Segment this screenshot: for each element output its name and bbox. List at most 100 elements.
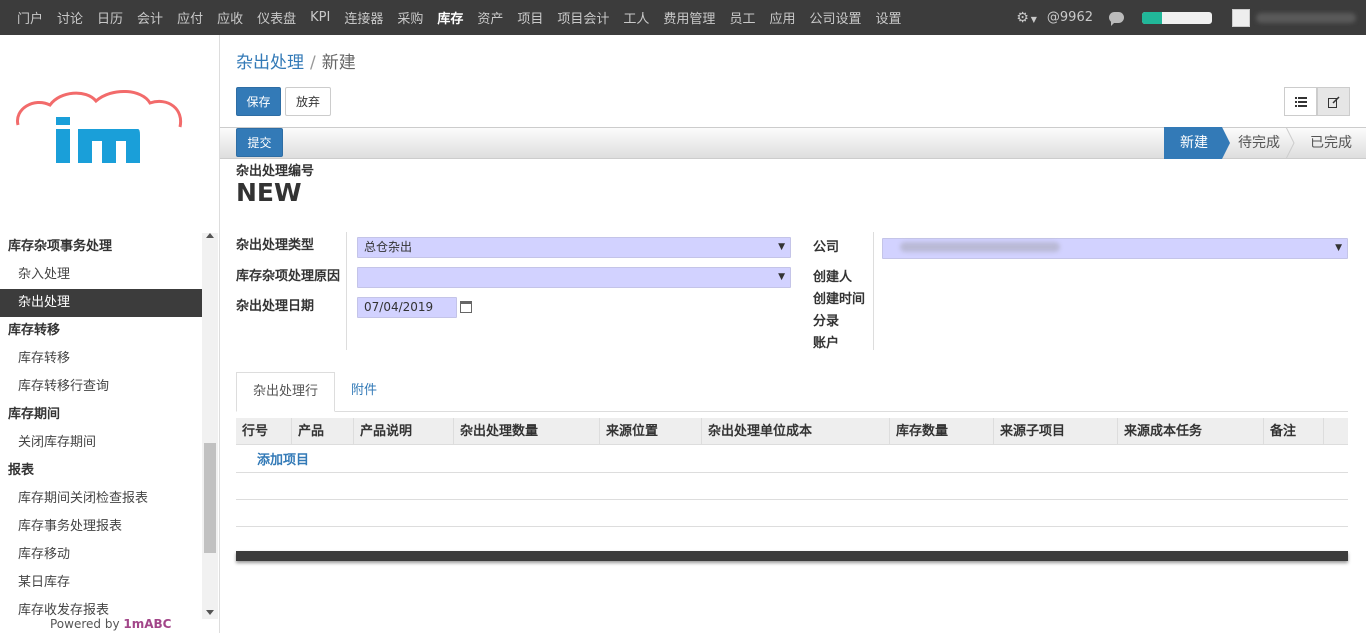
sidebar-section-title: 库存杂项事务处理 bbox=[8, 239, 113, 254]
sidebar-item[interactable]: 某日库存 bbox=[0, 569, 202, 597]
topnav-item[interactable]: 项目 bbox=[517, 8, 543, 27]
sidebar-item[interactable]: 关闭库存期间 bbox=[0, 429, 202, 457]
chat-icon[interactable] bbox=[1109, 12, 1124, 26]
topnav-item[interactable]: 设置 bbox=[875, 8, 901, 27]
table-header-cell[interactable]: 行号 bbox=[236, 418, 292, 445]
topnav-item[interactable]: 连接器 bbox=[344, 8, 383, 27]
journal-label: 分录 bbox=[813, 314, 840, 329]
topnav-item[interactable]: 门户 bbox=[17, 8, 43, 27]
discard-button[interactable]: 放弃 bbox=[285, 87, 331, 116]
topnav-item[interactable]: 应付 bbox=[177, 8, 203, 27]
topnav-item[interactable]: 公司设置 bbox=[809, 8, 861, 27]
topnav-item[interactable]: 项目会计 bbox=[557, 8, 609, 27]
sidebar-menu: 库存杂项事务处理 杂入处理 杂出处理 库存转移 库存转移 库存转移行查询 库存期间 关闭库存期… bbox=[0, 233, 202, 619]
topnav-item[interactable]: 费用管理 bbox=[663, 8, 715, 27]
created-time-label: 创建时间 bbox=[813, 292, 866, 307]
topnav-item[interactable]: 库存 bbox=[437, 8, 463, 27]
top-right-area: ⚙ ▼ @9962 bbox=[1016, 0, 1366, 35]
storage-progress-bar bbox=[1142, 11, 1212, 24]
sidebar-item[interactable]: 库存收发存报表 bbox=[0, 597, 202, 619]
powered-brand[interactable]: 1mABC bbox=[123, 617, 171, 631]
topnav-item[interactable]: 资产 bbox=[477, 8, 503, 27]
field-divider-left bbox=[346, 232, 347, 350]
sidebar-item[interactable]: 库存期间关闭检查报表 bbox=[0, 485, 202, 513]
calendar-icon[interactable] bbox=[460, 301, 472, 313]
type-select[interactable]: 总仓杂出 ▼ bbox=[357, 237, 791, 258]
date-label: 杂出处理日期 bbox=[236, 299, 315, 314]
scroll-thumb[interactable] bbox=[204, 443, 216, 553]
sidebar-item[interactable]: 库存转移行查询 bbox=[0, 373, 202, 401]
sidebar-scrollbar[interactable] bbox=[202, 233, 218, 619]
top-nav-menu: 门户 讨论 日历 会计 应付 应收 仪表盘 KPI 连接器 采购 库存 资产 项目 项目会计 工人 费用管理员… bbox=[0, 0, 916, 35]
sidebar-section-title: 报表 bbox=[8, 463, 35, 478]
form-view-button[interactable] bbox=[1317, 87, 1350, 116]
sidebar-item[interactable]: 库存移动 bbox=[0, 541, 202, 569]
topnav-item[interactable]: 员工 bbox=[729, 8, 755, 27]
sidebar-item[interactable]: 杂出处理 bbox=[0, 289, 202, 317]
stage-arrow bbox=[1222, 127, 1230, 159]
reason-label: 库存杂项处理原因 bbox=[236, 269, 341, 284]
scroll-up-icon[interactable] bbox=[206, 233, 214, 238]
save-button[interactable]: 保存 bbox=[236, 87, 281, 116]
account-label: 账户 bbox=[813, 336, 840, 351]
table-header-cell[interactable]: 来源位置 bbox=[600, 418, 702, 445]
topnav-item[interactable]: 采购 bbox=[397, 8, 423, 27]
progress-fill bbox=[1142, 11, 1162, 24]
table-header-cell[interactable]: 杂出处理数量 bbox=[454, 418, 600, 445]
table-header-cell[interactable]: 库存数量 bbox=[890, 418, 994, 445]
topnav-item[interactable]: 工人 bbox=[623, 8, 649, 27]
table-header-cell[interactable]: 来源成本任务 bbox=[1118, 418, 1264, 445]
ref-value: NEW bbox=[236, 178, 302, 207]
notification-count[interactable]: @9962 bbox=[1047, 10, 1093, 25]
type-value: 总仓杂出 bbox=[364, 240, 413, 254]
field-divider-right bbox=[873, 232, 874, 350]
company-logo bbox=[16, 89, 183, 163]
breadcrumb-parent[interactable]: 杂出处理 bbox=[236, 53, 304, 73]
tab-attachments[interactable]: 附件 bbox=[335, 372, 393, 412]
tab-lines[interactable]: 杂出处理行 bbox=[236, 372, 336, 412]
user-name-blurred[interactable] bbox=[1256, 12, 1356, 23]
type-label: 杂出处理类型 bbox=[236, 238, 315, 253]
stage-label: 已完成 bbox=[1310, 135, 1352, 151]
dropdown-arrow-icon: ▼ bbox=[778, 272, 785, 282]
gear-icon[interactable]: ⚙ ▼ bbox=[1016, 10, 1037, 26]
sidebar-item[interactable]: 库存转移 bbox=[0, 345, 202, 373]
topnav-item[interactable]: 应用 bbox=[769, 8, 795, 27]
stage-2[interactable]: 已完成 bbox=[1294, 127, 1366, 159]
topnav-item[interactable]: 应收 bbox=[217, 8, 243, 27]
breadcrumb-separator: / bbox=[310, 53, 316, 73]
table-header-cell[interactable]: 来源子项目 bbox=[994, 418, 1118, 445]
stage-1[interactable]: 待完成 bbox=[1222, 127, 1295, 159]
view-switcher bbox=[1284, 87, 1350, 116]
stage-0[interactable]: 新建 bbox=[1164, 127, 1230, 159]
topnav-item[interactable]: 日历 bbox=[97, 8, 123, 27]
date-input[interactable]: 07/04/2019 bbox=[357, 297, 457, 318]
caret-down-icon: ▼ bbox=[1030, 14, 1037, 24]
submit-button[interactable]: 提交 bbox=[236, 128, 283, 157]
avatar[interactable] bbox=[1232, 8, 1250, 27]
table-header-cell[interactable]: 产品 bbox=[292, 418, 354, 445]
stage-label: 新建 bbox=[1180, 135, 1208, 151]
scroll-down-icon[interactable] bbox=[206, 610, 214, 615]
dropdown-arrow-icon: ▼ bbox=[778, 242, 785, 252]
table-header-cell[interactable]: 产品说明 bbox=[354, 418, 454, 445]
sidebar-item[interactable]: 杂入处理 bbox=[0, 261, 202, 289]
date-value: 07/04/2019 bbox=[364, 300, 434, 314]
form-tabs: 杂出处理行 附件 bbox=[236, 372, 1348, 412]
table-header-cell[interactable]: 杂出处理单位成本 bbox=[702, 418, 890, 445]
sidebar: 库存杂项事务处理 杂入处理 杂出处理 库存转移 库存转移 库存转移行查询 库存期间 关闭库存期… bbox=[0, 35, 220, 633]
reason-select[interactable]: ▼ bbox=[357, 267, 791, 288]
topnav-item[interactable]: 讨论 bbox=[57, 8, 83, 27]
add-line-link[interactable]: 添加项目 bbox=[257, 449, 309, 468]
topnav-item[interactable]: 会计 bbox=[137, 8, 163, 27]
powered-prefix: Powered by bbox=[50, 617, 124, 631]
creator-label: 创建人 bbox=[813, 270, 853, 285]
edit-icon bbox=[1327, 95, 1340, 108]
topnav-item[interactable]: KPI bbox=[310, 10, 330, 25]
stage-pipeline: 新建 待完成 已完成 bbox=[1164, 127, 1366, 159]
table-header-cell[interactable]: 备注 bbox=[1264, 418, 1324, 445]
list-view-button[interactable] bbox=[1284, 87, 1317, 116]
sidebar-item[interactable]: 库存事务处理报表 bbox=[0, 513, 202, 541]
sidebar-section-title: 库存期间 bbox=[8, 407, 61, 422]
topnav-item[interactable]: 仪表盘 bbox=[257, 8, 296, 27]
